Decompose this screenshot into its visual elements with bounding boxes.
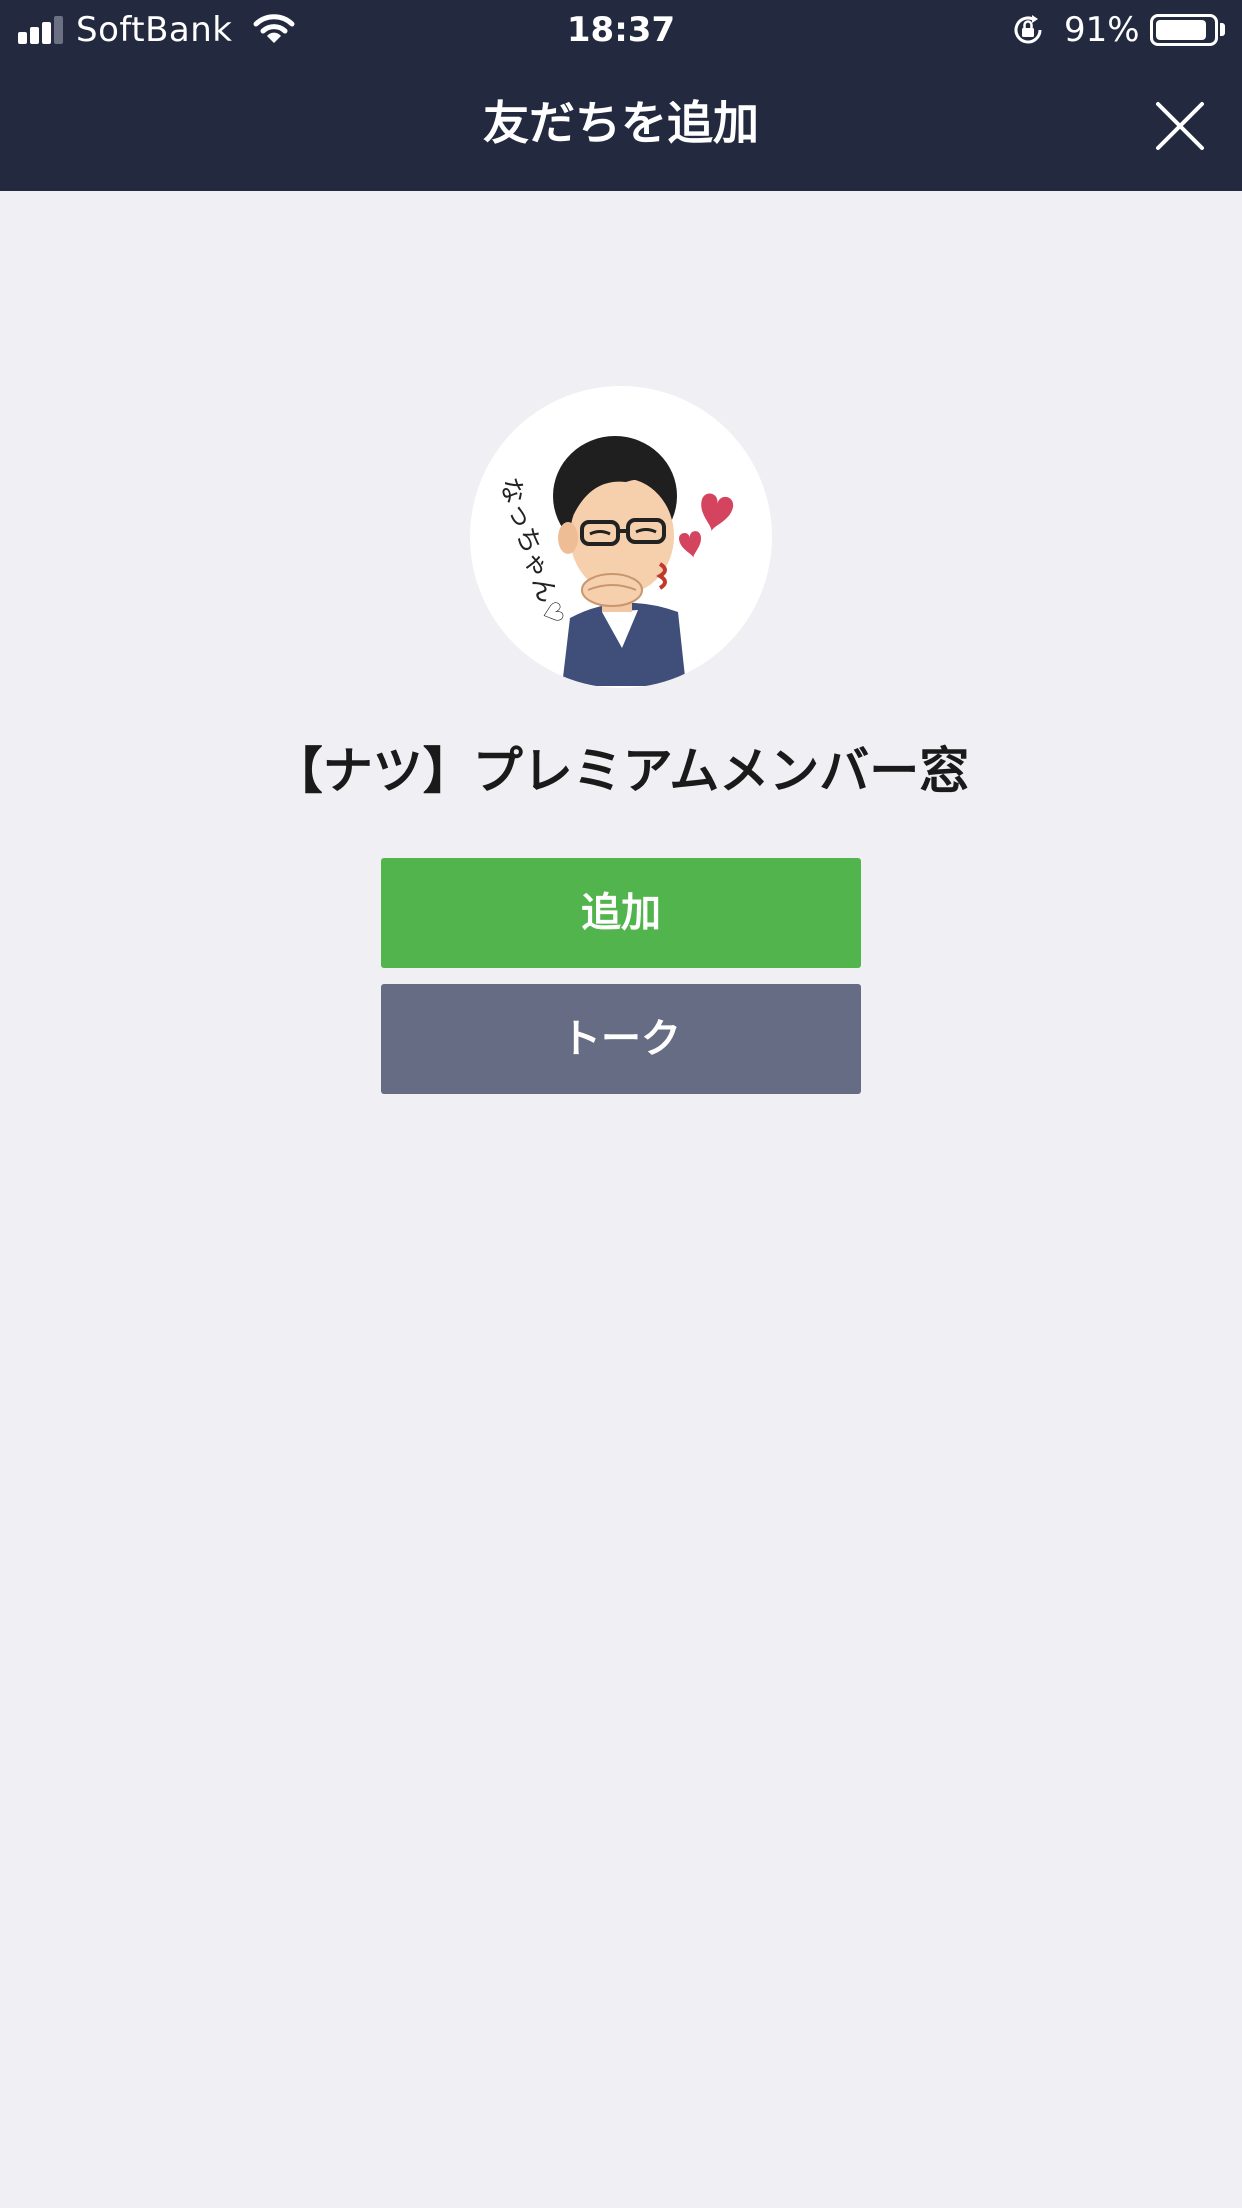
talk-button[interactable]: トーク [381,984,861,1094]
battery-percent: 91% [1064,10,1140,50]
status-bar: SoftBank 18:37 91% [0,0,1242,60]
battery-icon [1150,14,1218,46]
status-time: 18:37 [566,10,676,50]
close-icon [1156,102,1204,150]
profile-name: 【ナツ】プレミアムメンバー窓 [272,742,970,800]
battery-level [1156,20,1207,40]
add-friend-button[interactable]: 追加 [381,858,861,968]
nav-bar: 友だちを追加 [0,60,1242,191]
profile-avatar: なっちゃん♡ [470,386,772,688]
page-title: 友だちを追加 [483,96,759,150]
battery-tip [1220,23,1225,36]
rotation-lock-icon [1014,15,1042,44]
avatar-illustration: なっちゃん♡ [493,436,734,686]
close-button[interactable] [1150,96,1210,156]
